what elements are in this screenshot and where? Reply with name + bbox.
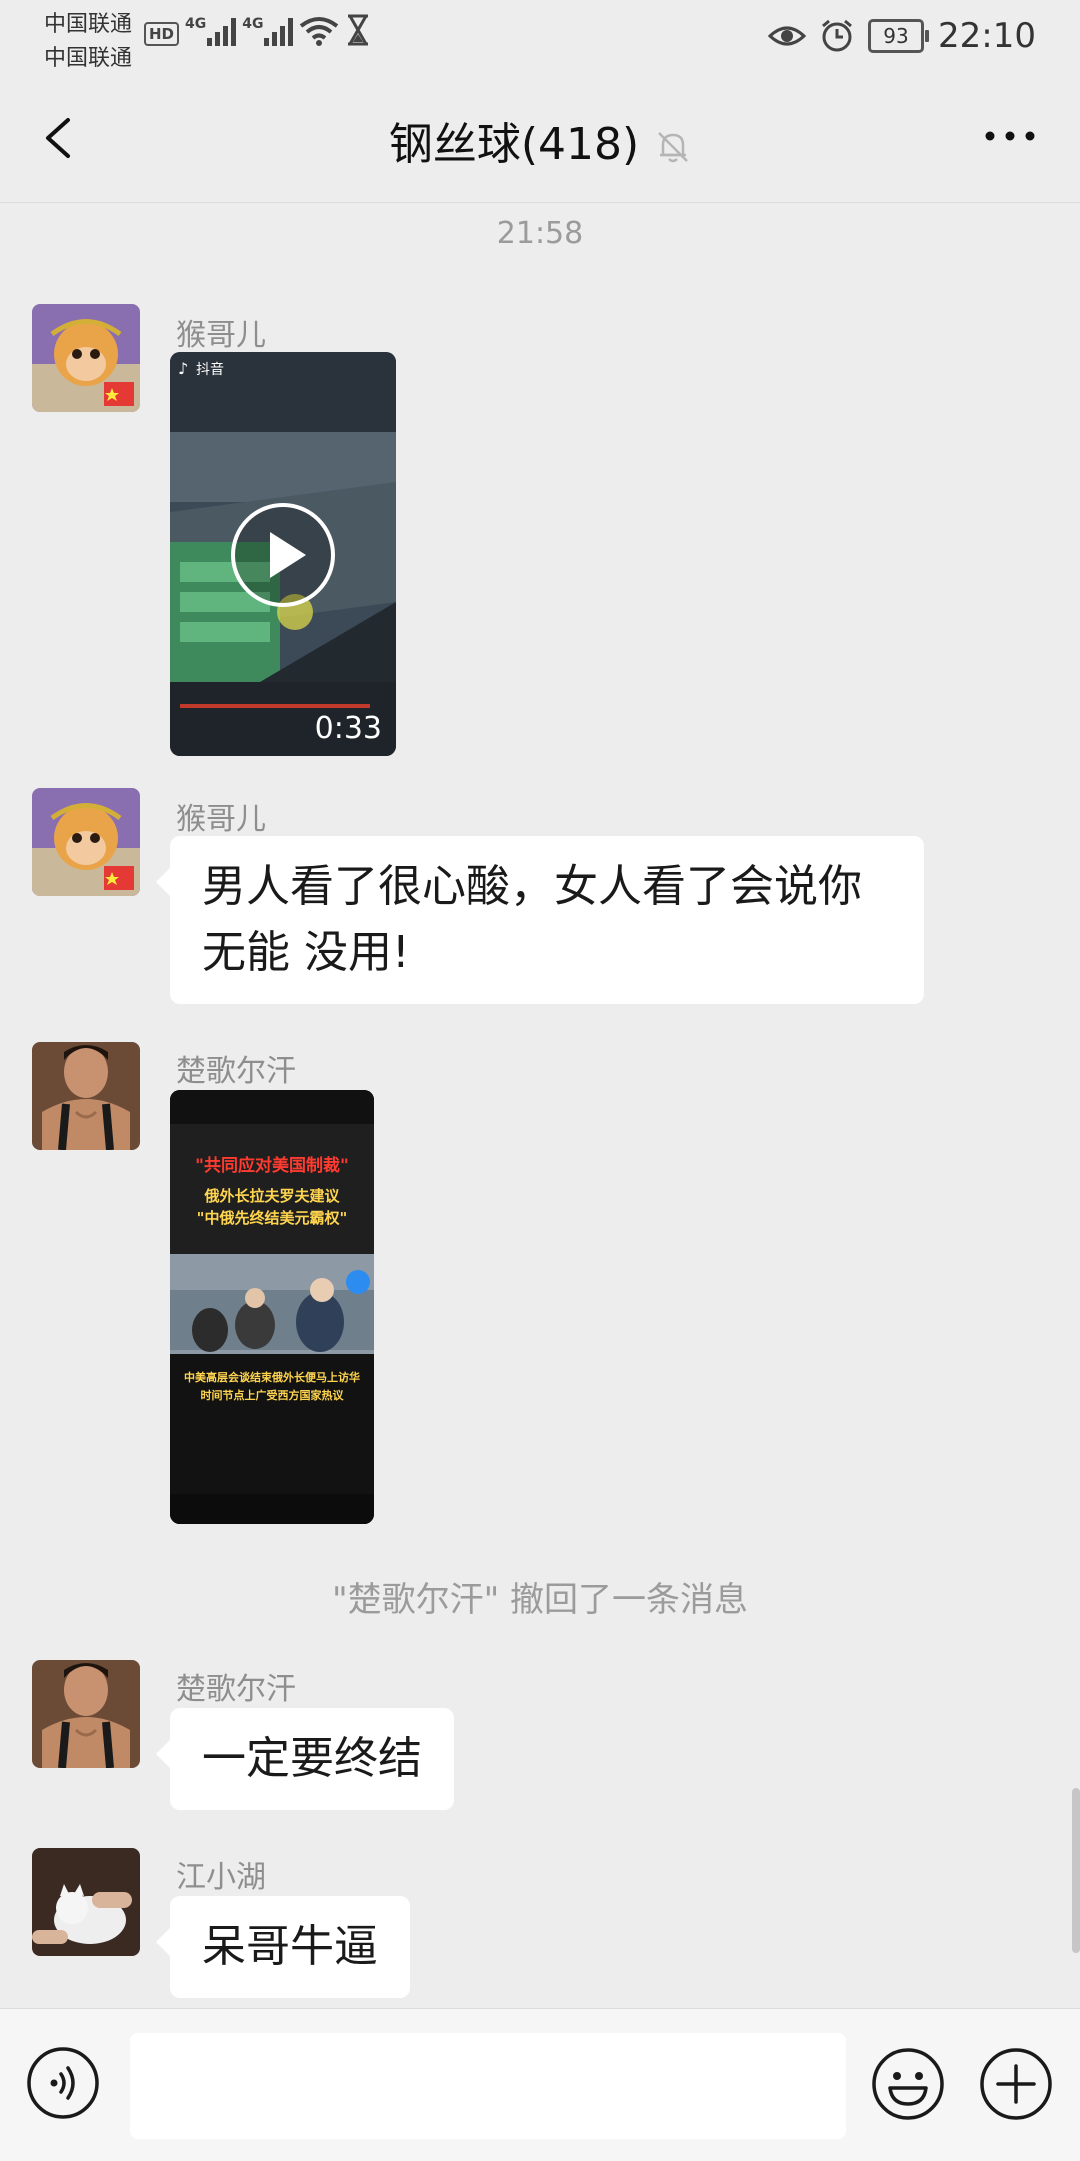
mute-bell-icon [658,132,689,163]
plus-icon[interactable] [978,2046,1054,2122]
carrier-label-1: 中国联通 [44,12,133,37]
avatar-monkey[interactable] [32,788,140,896]
title-bar: 钢丝球(418) [0,74,1080,203]
emoji-icon[interactable] [870,2046,946,2122]
voice-input-icon[interactable] [26,2046,100,2120]
avatar-man[interactable] [32,1660,140,1768]
carrier-label-2: 中国联通 [44,46,133,71]
message-timestamp: 21:58 [496,216,584,251]
message-input[interactable] [130,2033,846,2139]
signal-icon-1: 4G [185,16,237,46]
status-bar: 中国联通 中国联通 HD 4G 4G 93 22:10 [0,0,1080,74]
sender-name: 楚歌尔汗 [176,1054,296,1089]
recall-notice: "楚歌尔汗" 撤回了一条消息 [331,1580,749,1620]
input-bar [0,2008,1080,2161]
signal-icon-2: 4G [242,16,294,46]
sender-name: 猴哥儿 [176,802,266,837]
sender-name: 江小湖 [176,1860,266,1895]
more-options-icon[interactable] [980,122,1040,150]
text-message-bubble[interactable]: 呆哥牛逼 [156,1896,410,1998]
message-text-line-1: 男人看了很心酸，女人看了会说你 [202,861,862,912]
avatar-man[interactable] [32,1042,140,1150]
sender-name: 猴哥儿 [176,318,266,353]
message-text-line-2: 无能 没用! [202,927,410,978]
clock: 22:10 [938,16,1036,56]
wifi-icon [300,17,339,46]
video-caption-1: 中美高层会谈结束俄外长便马上访华 [184,1371,360,1384]
text-message-bubble[interactable]: 男人看了很心酸，女人看了会说你 无能 没用! [156,836,924,1004]
video-message-1[interactable]: 抖音 ♪ 0:33 [170,352,396,756]
hourglass-icon [348,14,369,46]
video-duration: 0:33 [314,711,382,746]
scrollbar[interactable] [1072,1788,1080,1953]
svg-text:抖音: 抖音 [196,361,224,378]
hd-badge: HD [144,22,180,46]
eye-icon [768,26,807,46]
video-headline-1: "共同应对美国制裁" [195,1156,349,1176]
group-name: 钢丝球(418) [388,119,640,170]
sender-name: 楚歌尔汗 [176,1672,296,1707]
play-icon[interactable] [228,500,338,610]
avatar-cat[interactable] [32,1848,140,1956]
video-headline-2: 俄外长拉夫罗夫建议 [204,1187,340,1205]
text-message-bubble[interactable]: 一定要终结 [156,1708,454,1810]
svg-text:♪: ♪ [178,359,188,378]
chat-title: 钢丝球(418) [0,108,1080,172]
video-headline-3: "中俄先终结美元霸权" [196,1209,348,1227]
alarm-icon [822,19,852,52]
video-caption-2: 时间节点上广受西方国家热议 [200,1389,344,1402]
video-message-2[interactable]: "共同应对美国制裁" 俄外长拉夫罗夫建议 "中俄先终结美元霸权" 中美高层会谈结… [170,1090,374,1524]
battery-icon: 93 [868,19,930,53]
avatar-monkey[interactable] [32,304,140,412]
